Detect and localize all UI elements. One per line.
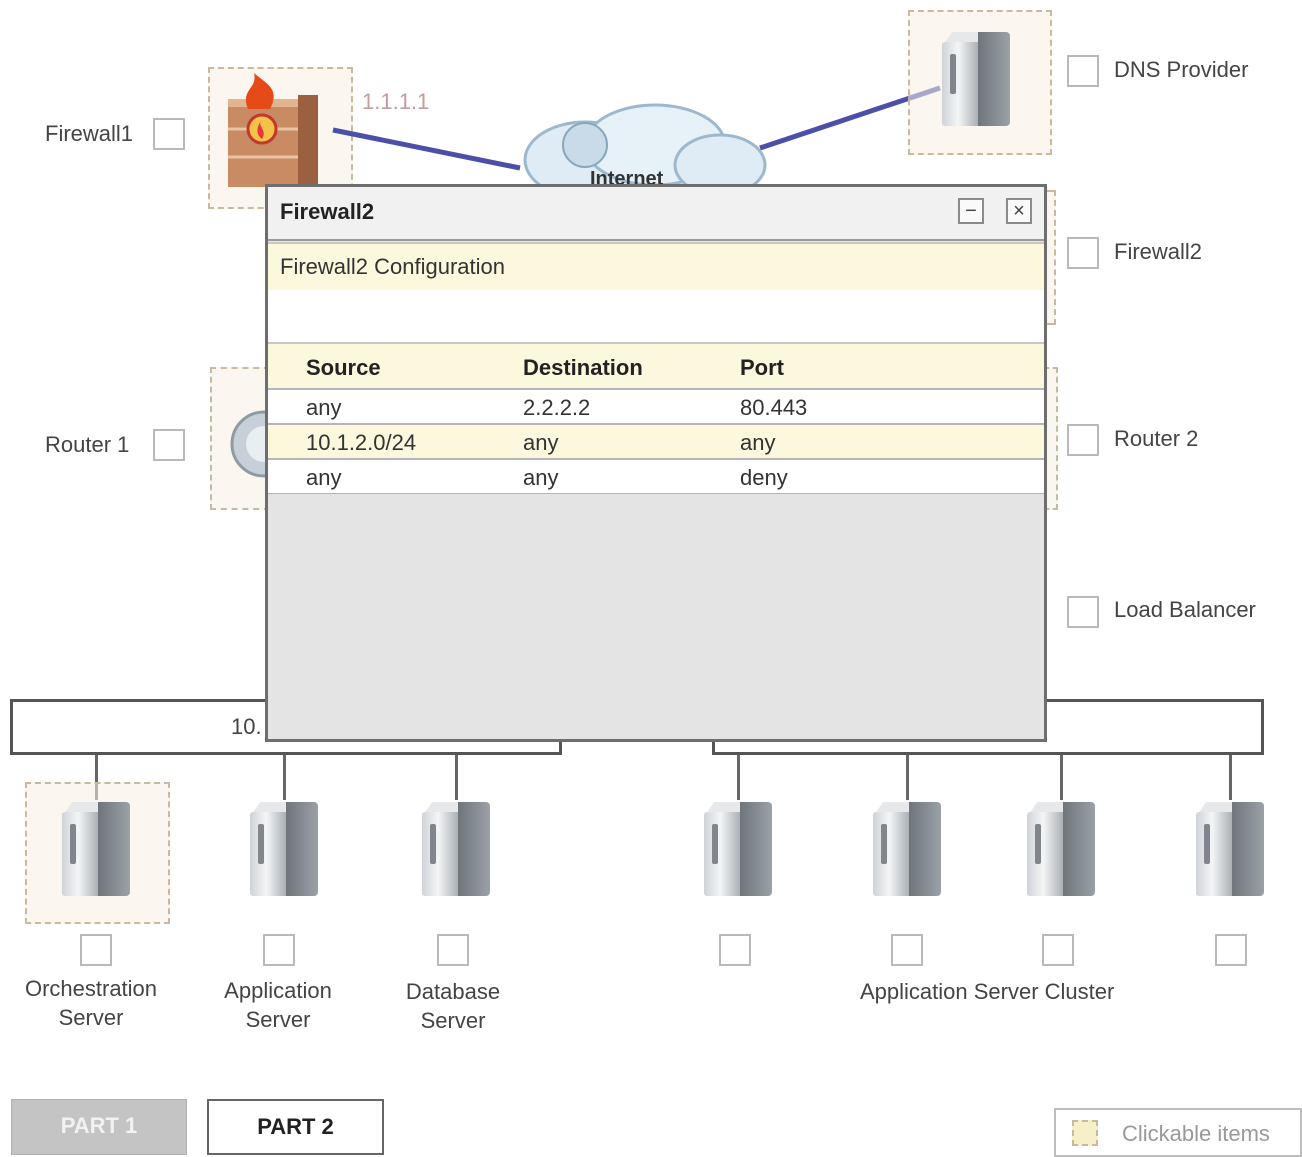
cluster-server1-checkbox[interactable] [719,934,751,966]
column-header-source: Source [306,355,381,380]
server-icon [1196,802,1264,896]
server-icon [422,802,490,896]
server-icon [1027,802,1095,896]
minimize-button[interactable]: − [958,198,984,224]
link [455,755,458,800]
close-icon: × [1013,200,1025,222]
database-server-label: Database Server [405,979,501,1033]
load-balancer-checkbox[interactable] [1067,596,1099,628]
cluster-label: Application Server Cluster [860,979,1115,1004]
tab-part1[interactable]: PART 1 [11,1099,187,1155]
cell-port: any [740,430,776,455]
link [1060,755,1063,800]
server-icon [704,802,772,896]
table-header: Source Destination Port [268,342,1044,390]
table-row: any any deny [268,460,1044,495]
minimize-icon: − [965,200,977,222]
cell-port: deny [740,465,788,490]
legend-label: Clickable items [1122,1121,1270,1146]
dns-provider-device[interactable] [908,10,1052,155]
router1-checkbox[interactable] [153,429,185,461]
tab-part2[interactable]: PART 2 [207,1099,384,1155]
dns-provider-label: DNS Provider [1114,57,1249,82]
server-icon [873,802,941,896]
clickable-item-swatch-icon [1072,1120,1098,1146]
cell-destination: any [523,465,559,490]
cluster-server2-checkbox[interactable] [891,934,923,966]
orchestration-server-checkbox[interactable] [80,934,112,966]
cell-port: 80.443 [740,395,808,420]
router2-checkbox[interactable] [1067,424,1099,456]
cluster-server4-checkbox[interactable] [1215,934,1247,966]
cluster-server3-checkbox[interactable] [1042,934,1074,966]
close-button[interactable]: × [1006,198,1032,224]
cell-source: any [306,395,342,420]
dialog-subtitle-bar: Firewall2 Configuration [268,242,1044,292]
server-icon [62,802,130,896]
left-network-label: 10. [231,714,262,739]
application-server-label: Application Server [224,978,332,1032]
router-icon [230,410,298,478]
application-server-checkbox[interactable] [263,934,295,966]
table-row: any 2.2.2.2 80.443 [268,390,1044,425]
dialog-titlebar: Firewall2 − × [268,187,1044,241]
rules-table: Source Destination Port any 2.2.2.2 80.4… [268,342,1044,495]
router2-label: Router 2 [1114,426,1199,451]
server-icon [942,32,1010,126]
table-row: 10.1.2.0/24 any any [268,425,1044,460]
cell-source: 10.1.2.0/24 [306,430,417,455]
dialog-empty-area [268,494,1044,739]
load-balancer-label: Load Balancer [1114,597,1256,622]
router1-device[interactable] [210,367,298,510]
dialog-title: Firewall2 [280,199,375,224]
cell-destination: 2.2.2.2 [523,395,591,420]
firewall2-checkbox[interactable] [1067,237,1099,269]
dialog-subtitle: Firewall2 Configuration [280,254,505,279]
firewall2-label: Firewall2 [1114,239,1203,264]
server-icon [250,802,318,896]
column-header-port: Port [740,355,784,380]
link [737,755,740,800]
link [1229,755,1232,800]
column-header-destination: Destination [523,355,643,380]
link [906,755,909,800]
database-server-checkbox[interactable] [437,934,469,966]
orchestration-server-label: Orchestration Server [24,976,158,1030]
cell-destination: any [523,430,559,455]
firewall2-dialog: Firewall2 − × Firewall2 Configuration So… [265,184,1047,742]
cell-source: any [306,465,342,490]
link [283,755,286,800]
router1-label: Router 1 [45,432,130,457]
dns-provider-checkbox[interactable] [1067,55,1099,87]
legend: Clickable items [1054,1108,1302,1157]
dialog-spacer [268,290,1044,342]
